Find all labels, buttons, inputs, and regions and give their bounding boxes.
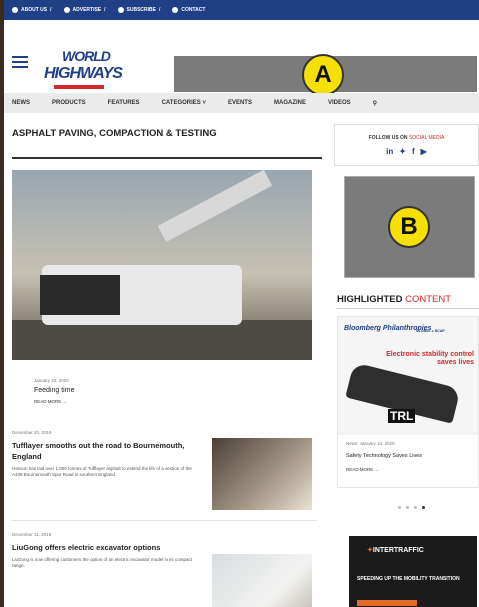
facebook-icon[interactable]: f [412,147,415,156]
article-item[interactable]: December 11, 2019 LiuGong offers electri… [12,532,322,607]
article-title[interactable]: LiuGong offers electric excavator option… [12,542,202,553]
featured-image[interactable] [12,170,312,360]
about-us-link[interactable]: ABOUT US / [12,7,52,13]
article-thumbnail[interactable] [212,554,312,607]
article-date: January 22, 2020 [34,378,69,383]
promo-date: News: January 10, 2020 [346,441,395,446]
contact-icon [172,7,179,13]
web-page: ABOUT US / ADVERTISE / SUBSCRIBE / CONTA… [4,0,479,607]
nav-magazine[interactable]: MAGAZINE [274,100,306,106]
highlighted-divider [337,308,479,309]
promo-read-more[interactable]: READ MORE [346,467,379,472]
subscribe-icon [117,7,124,13]
top-bar: ABOUT US / ADVERTISE / SUBSCRIBE / CONTA… [4,0,479,20]
nav-events[interactable]: EVENTS [228,100,252,106]
highlighted-content-heading: HIGHLIGHTED CONTENT [337,294,452,305]
site-header: WORLD HIGHWAYS A [4,20,479,96]
follow-label: FOLLOW US ON SOCIAL MEDIA [368,135,445,141]
highlighted-promo-card[interactable]: Bloomberg Philanthropies GLOBAL ● NCAP E… [337,316,479,488]
site-logo[interactable]: WORLD HIGHWAYS [34,48,130,92]
search-icon[interactable]: ⚲ [373,100,377,107]
nav-news[interactable]: NEWS [12,100,30,106]
intertraffic-brand: INTERTRAFFIC [367,546,424,554]
linkedin-icon[interactable]: in [386,147,393,156]
contact-link[interactable]: CONTACT [172,7,205,13]
intertraffic-ad[interactable]: INTERTRAFFIC SPEEDING UP THE MOBILITY TR… [349,536,477,607]
promo-image[interactable]: Bloomberg Philanthropies GLOBAL ● NCAP E… [338,317,478,435]
carousel-dot[interactable] [406,506,409,509]
article-summary: LiuGong is now offering customers the op… [12,557,193,568]
megaphone-icon [63,7,70,13]
promo-partner: GLOBAL ● NCAP [416,329,445,333]
ad-marker-b: B [388,206,430,248]
article-title[interactable]: Tufflayer smooths out the road to Bourne… [12,440,202,462]
article-title[interactable]: Feeding time [34,387,304,394]
advertise-link[interactable]: ADVERTISE / [63,7,106,13]
article-item[interactable]: December 20, 2019 Tufflayer smooths out … [12,430,322,510]
twitter-icon[interactable]: ✦ [399,147,406,156]
ad-marker-a: A [302,54,344,96]
title-divider [12,157,322,159]
promo-headline: Electronic stability control saves lives [386,351,474,366]
nav-videos[interactable]: VIDEOS [328,100,351,106]
carousel-dots [398,506,425,509]
article-date: December 20, 2019 [12,430,52,435]
article-date: December 11, 2019 [12,532,52,537]
nav-features[interactable]: FEATURES [108,100,140,106]
menu-icon[interactable] [12,56,28,71]
main-nav: NEWS PRODUCTS FEATURES CATEGORIES ˅ EVEN… [4,93,479,113]
social-follow-box: FOLLOW US ON SOCIAL MEDIA in ✦ f ▶ [334,124,479,166]
youtube-icon[interactable]: ▶ [421,147,427,156]
subscribe-link[interactable]: SUBSCRIBE / [117,7,160,13]
promo-title[interactable]: Safety Technology Saves Lives [346,453,422,459]
nav-categories[interactable]: CATEGORIES ˅ [162,100,206,106]
featured-article[interactable]: January 22, 2020 Feeding time READ MORE [12,170,317,432]
info-icon [12,7,18,13]
featured-caption: January 22, 2020 Feeding time READ MORE [34,368,304,428]
social-icons: in ✦ f ▶ [335,147,478,156]
carousel-dot[interactable] [398,506,401,509]
nav-products[interactable]: PRODUCTS [52,100,86,106]
carousel-dot-active[interactable] [422,506,425,509]
article-summary: Hanson has laid over 1,000 tonnes of Tuf… [12,466,192,477]
article-divider [12,520,317,521]
page-title: ASPHALT PAVING, COMPACTION & TESTING [12,128,217,139]
read-more-link[interactable]: READ MORE [34,399,304,404]
intertraffic-subtitle: SPEEDING UP THE MOBILITY TRANSITION [357,576,460,582]
carousel-dot[interactable] [414,506,417,509]
trl-logo: TRL [388,409,416,423]
article-thumbnail[interactable] [212,438,312,510]
